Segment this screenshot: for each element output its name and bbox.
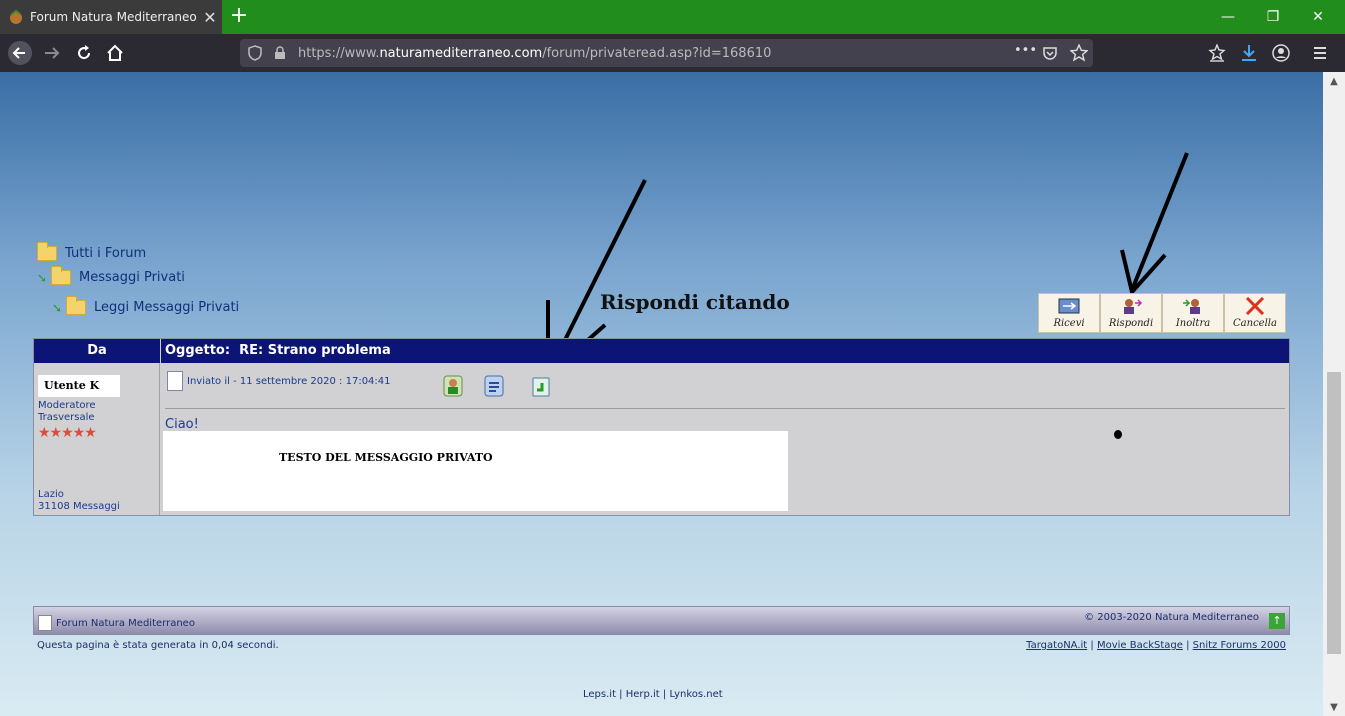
browser-tab[interactable]: Forum Natura Mediterraneo | F ✕ (0, 0, 222, 34)
scrollbar-thumb[interactable] (1327, 372, 1341, 654)
arrow-icon: ➘ (52, 300, 63, 315)
tab-title: Forum Natura Mediterraneo | F (30, 10, 198, 24)
vertical-scrollbar[interactable]: ▲ ▼ (1323, 72, 1345, 716)
post-info: Inviato il - 11 settembre 2020 : 17:04:4… (167, 371, 391, 391)
open-folder-icon (66, 296, 86, 315)
reload-icon (78, 45, 91, 60)
breadcrumb-private-messages-label[interactable]: Messaggi Privati (79, 270, 185, 285)
account-icon[interactable] (1272, 44, 1290, 62)
site-favicon-icon (10, 9, 22, 24)
reply-with-quote-icon[interactable] (532, 377, 550, 397)
subject-header: Oggetto: RE: Strano problema (161, 339, 1289, 363)
reply-icon (1124, 299, 1143, 314)
message-body-text: TESTO DEL MESSAGGIO PRIVATO (279, 451, 493, 464)
forward-arrow-icon (45, 47, 60, 59)
message-toolbar: Ricevi Rispondi Inoltra Cancella (1038, 293, 1286, 333)
minimize-icon[interactable]: — (1205, 0, 1251, 34)
document-icon (167, 371, 183, 391)
subject-label: Oggetto: (165, 343, 231, 358)
footer-links: TargatoNA.it | Movie BackStage | Snitz F… (1026, 640, 1286, 651)
author-role-line2: Trasversale (38, 412, 95, 423)
pocket-icon[interactable] (1042, 45, 1058, 61)
annotation-dot (1114, 430, 1122, 439)
forward-message-button[interactable]: Inoltra (1162, 293, 1224, 333)
subject-text: RE: Strano problema (239, 343, 391, 358)
download-icon[interactable] (1240, 43, 1258, 63)
lock-icon[interactable] (274, 46, 286, 60)
url-text[interactable]: https://www.naturamediterraneo.com/forum… (298, 46, 771, 61)
shield-icon[interactable] (248, 45, 262, 61)
footer-bar: Forum Natura Mediterraneo © 2003-2020 Na… (33, 606, 1290, 635)
from-column-header: Da (34, 339, 160, 363)
bookmark-star-icon[interactable] (1070, 44, 1088, 62)
site-logo-icon (38, 615, 52, 631)
receive-icon (1058, 298, 1080, 314)
author-role-line1: Moderatore (38, 400, 96, 411)
page-actions-icon[interactable]: ••• (1014, 43, 1037, 58)
folder-icon (51, 266, 71, 285)
link-snitz-forums[interactable]: Snitz Forums 2000 (1193, 640, 1286, 651)
divider (165, 408, 1285, 409)
author-column: Utente K Moderatore Trasversale ★★★★★ La… (34, 363, 160, 515)
page-generated-time: Questa pagina è stata generata in 0,04 s… (37, 640, 279, 651)
scroll-to-top-icon[interactable]: ↑ (1269, 613, 1285, 629)
profile-icon[interactable] (443, 375, 463, 397)
forward-button[interactable] (38, 40, 66, 66)
footer-site-name[interactable]: Forum Natura Mediterraneo (56, 618, 195, 629)
scroll-down-icon[interactable]: ▼ (1323, 702, 1345, 713)
home-button[interactable] (101, 40, 129, 66)
message-column: Inviato il - 11 settembre 2020 : 17:04:4… (161, 363, 1289, 515)
window-close-icon[interactable]: ✕ (1295, 0, 1341, 34)
back-button[interactable] (6, 40, 34, 66)
reload-button[interactable] (70, 40, 98, 66)
footer-copyright: © 2003-2020 Natura Mediterraneo (1084, 612, 1259, 623)
scroll-up-icon[interactable]: ▲ (1323, 76, 1345, 87)
delete-button[interactable]: Cancella (1224, 293, 1286, 333)
receive-label: Ricevi (1053, 318, 1085, 329)
author-rank-stars-icon: ★★★★★ (38, 425, 97, 441)
sent-date: Inviato il - 11 settembre 2020 : 17:04:4… (187, 375, 391, 387)
breadcrumb-read-private[interactable]: ➘ Leggi Messaggi Privati (52, 296, 239, 315)
forward-message-icon (1183, 299, 1200, 314)
author-name[interactable]: Utente K (38, 375, 120, 397)
folder-icon (37, 242, 57, 261)
new-tab-icon[interactable]: + (228, 4, 250, 28)
library-icon[interactable] (1208, 44, 1226, 62)
menu-icon[interactable] (1312, 45, 1328, 61)
author-details: Lazio 31108 Messaggi (38, 489, 120, 513)
browser-tab-bar: Forum Natura Mediterraneo | F ✕ + — ❐ ✕ (0, 0, 1345, 34)
link-targatona[interactable]: TargatoNA.it (1026, 640, 1087, 651)
annotation-arrow-icon (1120, 152, 1189, 297)
home-icon (107, 44, 123, 61)
link-movie-backstage[interactable]: Movie BackStage (1097, 640, 1183, 651)
breadcrumb-all-forums[interactable]: Tutti i Forum (37, 242, 146, 261)
receive-button[interactable]: Ricevi (1038, 293, 1100, 333)
tab-close-icon[interactable]: ✕ (198, 8, 222, 27)
breadcrumb-private-messages[interactable]: ➘ Messaggi Privati (37, 266, 185, 285)
back-arrow-icon (8, 41, 32, 65)
message-body: TESTO DEL MESSAGGIO PRIVATO (163, 431, 788, 511)
reply-label: Rispondi (1108, 318, 1154, 329)
edit-icon[interactable] (484, 375, 504, 397)
forward-label: Inoltra (1175, 318, 1211, 329)
message-table: Da Oggetto: RE: Strano problema Utente K… (33, 338, 1290, 516)
bottom-links[interactable]: Leps.it | Herp.it | Lynkos.net (583, 689, 723, 700)
breadcrumb-all-forums-label[interactable]: Tutti i Forum (65, 246, 146, 261)
delete-icon (1245, 297, 1265, 315)
message-greeting: Ciao! (165, 417, 199, 432)
restore-icon[interactable]: ❐ (1250, 0, 1296, 34)
author-location: Lazio (38, 489, 64, 500)
delete-label: Cancella (1233, 318, 1277, 329)
address-bar[interactable]: https://www.naturamediterraneo.com/forum… (240, 39, 1093, 67)
author-post-count: 31108 Messaggi (38, 501, 120, 512)
breadcrumb-read-private-label[interactable]: Leggi Messaggi Privati (94, 300, 239, 315)
reply-button[interactable]: Rispondi (1100, 293, 1162, 333)
arrow-icon: ➘ (37, 270, 48, 285)
footer-site[interactable]: Forum Natura Mediterraneo (38, 615, 195, 631)
author-role: Moderatore Trasversale (38, 400, 96, 424)
browser-nav-bar: https://www.naturamediterraneo.com/forum… (0, 34, 1345, 72)
